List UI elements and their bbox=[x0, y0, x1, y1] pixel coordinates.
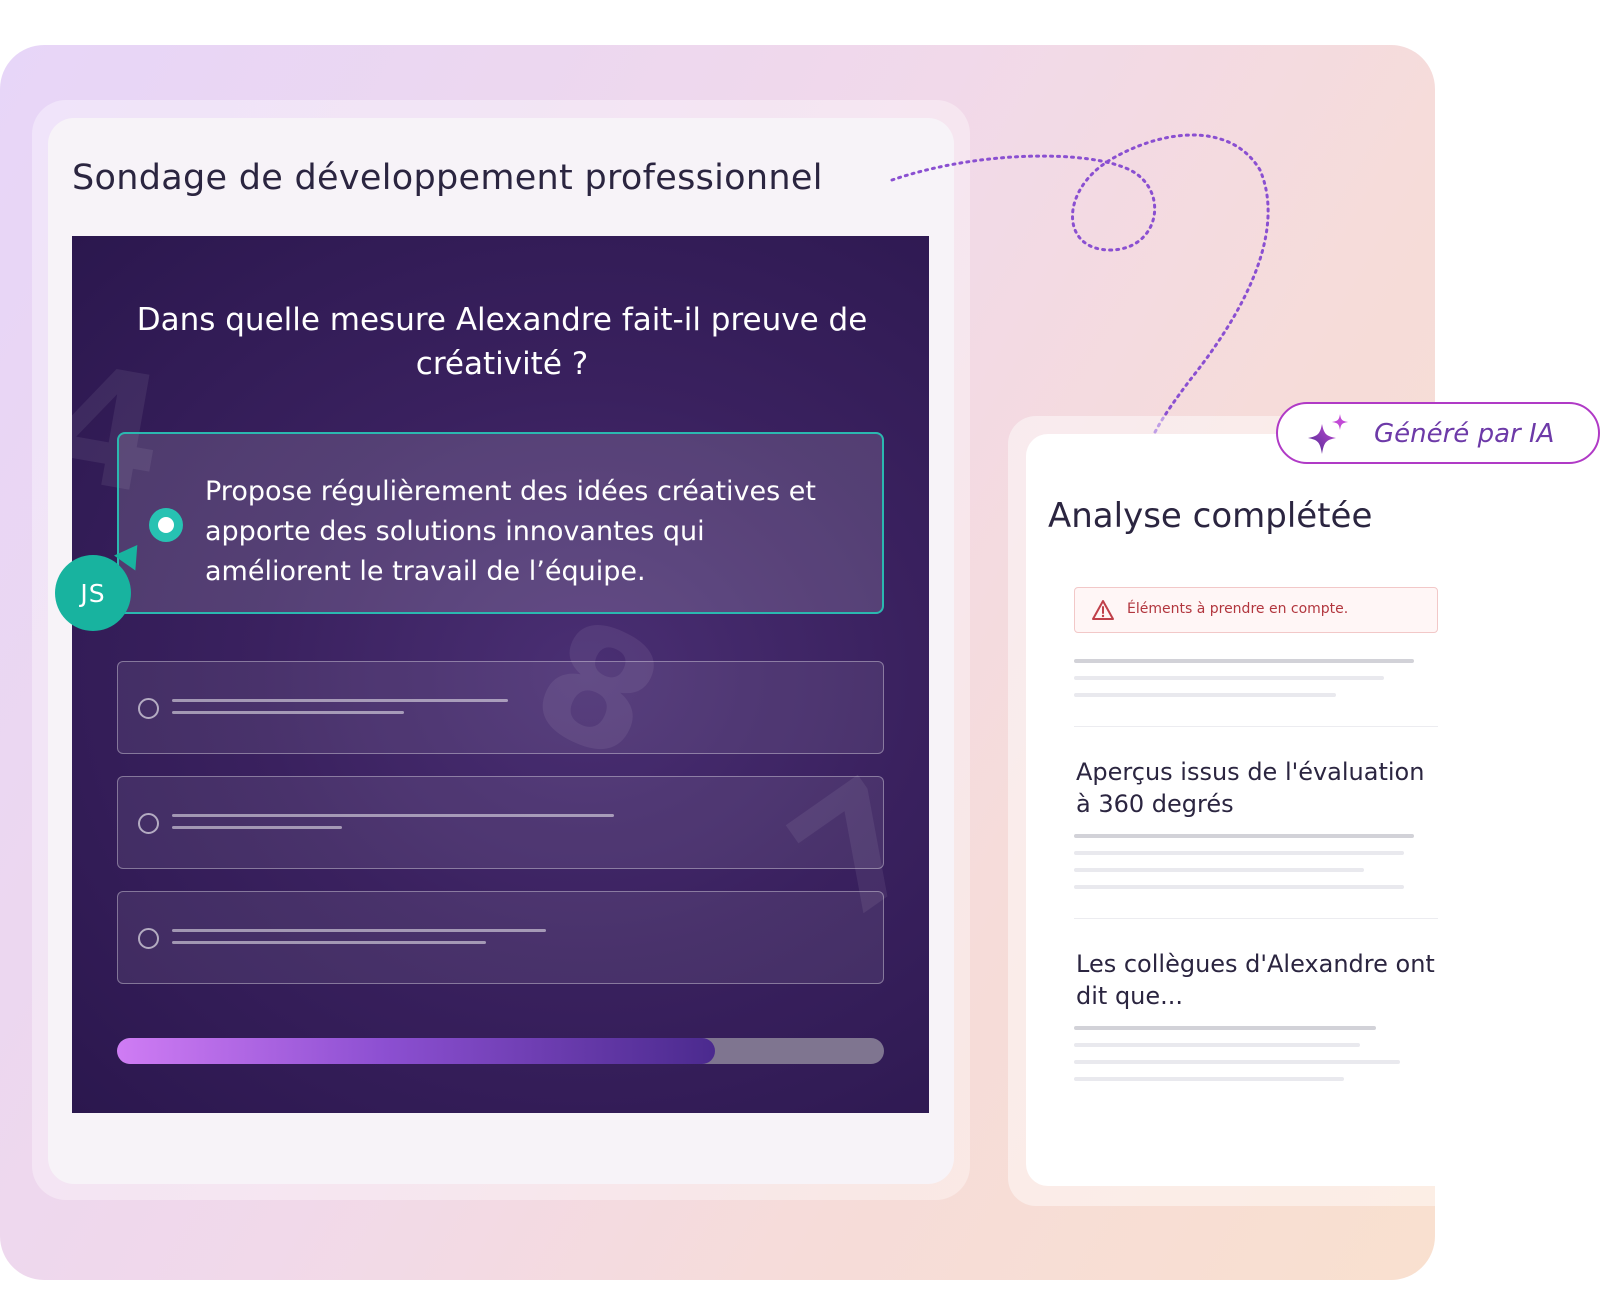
warning-icon bbox=[1092, 600, 1114, 620]
divider bbox=[1074, 726, 1438, 727]
placeholder-line bbox=[172, 826, 342, 829]
alert-text: Éléments à prendre en compte. bbox=[1127, 601, 1349, 617]
question-panel: 8 7 4 Dans quelle mesure Alexandre fait-… bbox=[72, 236, 929, 1113]
placeholder-line bbox=[1074, 1060, 1400, 1064]
progress-fill bbox=[117, 1038, 716, 1064]
section-title-360: Aperçus issus de l'évaluation à 360 degr… bbox=[1076, 758, 1425, 818]
placeholder-line bbox=[172, 699, 508, 702]
alert-banner: Éléments à prendre en compte. bbox=[1074, 587, 1438, 633]
sparkle-icon bbox=[1308, 414, 1348, 454]
survey-title: Sondage de développement professionnel bbox=[72, 158, 823, 198]
placeholder-line bbox=[172, 711, 404, 714]
ai-badge-label: Généré par IA bbox=[1374, 419, 1555, 449]
section-title-colleagues: Les collègues d'Alexandre ont dit que... bbox=[1076, 950, 1435, 1010]
radio-selected-icon[interactable] bbox=[149, 508, 183, 542]
placeholder-line bbox=[1074, 851, 1404, 855]
question-text: Dans quelle mesure Alexandre fait-il pre… bbox=[136, 302, 868, 382]
placeholder-line bbox=[1074, 868, 1364, 872]
divider bbox=[1074, 918, 1438, 919]
placeholder-line bbox=[1074, 659, 1414, 663]
answer-option-text: Propose régulièrement des idées créative… bbox=[205, 476, 816, 587]
radio-empty-icon[interactable] bbox=[138, 698, 159, 719]
ai-generated-badge: Généré par IA bbox=[1276, 402, 1600, 464]
progress-bar bbox=[117, 1038, 884, 1064]
placeholder-line bbox=[1074, 885, 1404, 889]
placeholder-line bbox=[1074, 693, 1336, 697]
answer-option[interactable] bbox=[117, 661, 884, 754]
answer-option[interactable] bbox=[117, 776, 884, 869]
placeholder-line bbox=[172, 941, 486, 944]
placeholder-line bbox=[1074, 1026, 1376, 1030]
avatar: JS bbox=[55, 555, 131, 631]
radio-empty-icon[interactable] bbox=[138, 928, 159, 949]
answer-option-selected[interactable]: Propose régulièrement des idées créative… bbox=[117, 432, 884, 614]
answer-option[interactable] bbox=[117, 891, 884, 984]
placeholder-line bbox=[172, 814, 614, 817]
placeholder-line bbox=[172, 929, 546, 932]
placeholder-line bbox=[1074, 1043, 1360, 1047]
placeholder-line bbox=[1074, 1077, 1344, 1081]
placeholder-line bbox=[1074, 834, 1414, 838]
placeholder-line bbox=[1074, 676, 1384, 680]
analysis-title: Analyse complétée bbox=[1048, 496, 1373, 536]
radio-empty-icon[interactable] bbox=[138, 813, 159, 834]
